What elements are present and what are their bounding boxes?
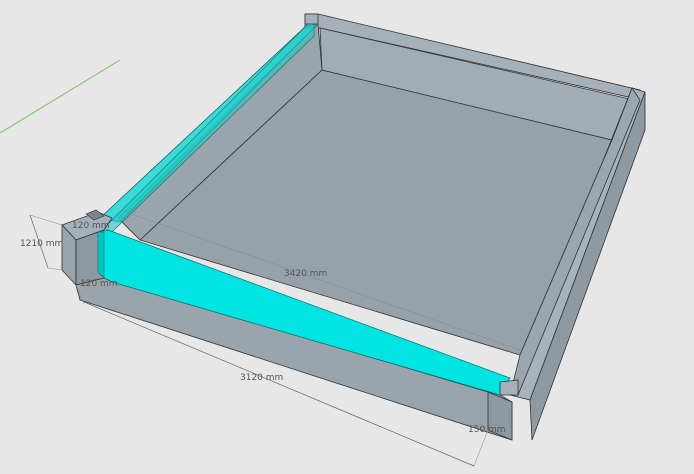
front-glass-edge bbox=[97, 231, 105, 279]
dimension-wall-thickness-label: 120 mm bbox=[80, 279, 118, 289]
dimension-wall-thickness: 120 mm bbox=[80, 279, 118, 289]
dimension-inner-length-label: 3420 mm bbox=[284, 269, 327, 279]
green-axis-line bbox=[0, 59, 121, 134]
3d-model-scene: 1210 mm 3420 mm 3120 mm 120 mm 120 mm 15… bbox=[0, 13, 646, 467]
front-right-post-top bbox=[499, 379, 519, 396]
dimension-height: 1210 mm bbox=[20, 214, 63, 271]
left-wall-top bbox=[304, 13, 319, 25]
dimension-slot-top: 120 mm bbox=[72, 221, 110, 231]
dimension-slot-right: 150 mm bbox=[465, 423, 506, 435]
dimension-outer-length-label: 3120 mm bbox=[240, 373, 283, 383]
dimension-slot-right-label: 150 mm bbox=[468, 425, 506, 435]
model-viewport[interactable]: 1210 mm 3420 mm 3120 mm 120 mm 120 mm 15… bbox=[0, 0, 694, 474]
dimension-height-label: 1210 mm bbox=[20, 239, 63, 249]
dimension-slot-top-label: 120 mm bbox=[72, 221, 110, 231]
